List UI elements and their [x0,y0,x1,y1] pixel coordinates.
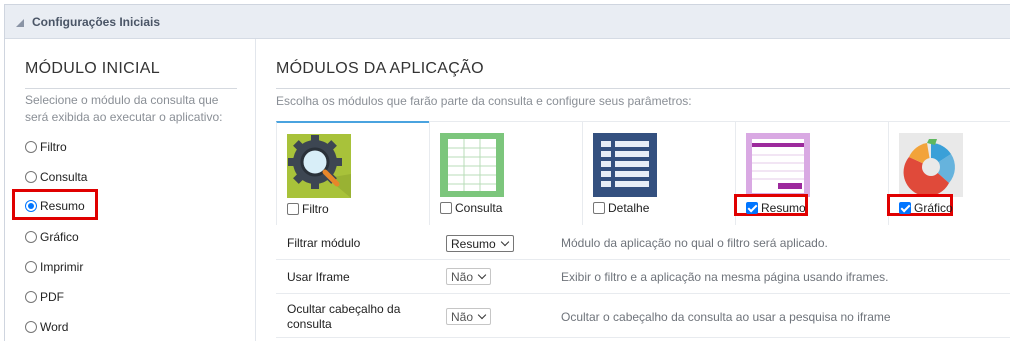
radio-button[interactable] [25,171,37,183]
filter-module-select[interactable]: Resumo [446,235,514,252]
summary-table-icon [746,133,810,197]
radio-label: PDF [40,290,64,304]
select-value: Resumo [451,236,496,251]
pie-chart-icon [899,133,963,197]
divider [25,88,237,89]
tab-consulta[interactable]: Consulta [429,121,582,225]
param-label: Filtrar módulo [287,236,361,250]
radio-option-grafico[interactable]: Gráfico [25,228,79,246]
select-value: Não [451,269,474,284]
app-modules-column: MÓDULOS DA APLICAÇÃO Escolha os módulos … [257,39,1010,341]
radio-option-pdf[interactable]: PDF [25,288,64,306]
radio-option-word[interactable]: Word [25,318,68,336]
select-value: Não [451,309,474,324]
initial-module-column: MÓDULO INICIAL Selecione o módulo da con… [5,39,256,341]
radio-button[interactable] [25,321,37,333]
param-row-ocultar-cabecalho: Ocultar cabeçalho da consulta Não Oculta… [276,294,1010,338]
initial-module-description: Selecione o módulo da consulta que será … [25,93,223,124]
tab-resumo[interactable]: Resumo [734,121,888,225]
radio-label: Resumo [40,199,85,213]
module-label: Detalhe [608,200,650,215]
param-row-filtrar-modulo: Filtrar módulo Resumo Módulo da aplicaçã… [276,226,1010,260]
section-header[interactable]: Configurações Iniciais [5,5,1010,39]
checkbox-checked[interactable] [746,201,758,214]
detail-list-icon [593,133,657,197]
radio-option-resumo[interactable]: Resumo [25,197,85,215]
radio-button[interactable] [25,261,37,273]
tab-grafico[interactable]: Gráfico [887,121,1010,225]
module-checkbox-detalhe[interactable]: Detalhe [593,199,649,216]
checkbox[interactable] [287,202,299,215]
radio-label: Imprimir [40,260,84,274]
radio-button[interactable] [25,291,37,303]
module-label: Resumo [761,200,806,215]
radio-label: Filtro [40,140,67,154]
radio-option-imprimir[interactable]: Imprimir [25,258,83,276]
module-label: Consulta [455,200,503,215]
radio-option-filtro[interactable]: Filtro [25,138,67,156]
collapse-triangle-icon[interactable] [16,18,24,27]
module-checkbox-consulta[interactable]: Consulta [440,199,502,216]
radio-option-consulta[interactable]: Consulta [25,168,87,186]
chevron-down-icon [500,237,509,247]
checkbox[interactable] [593,201,605,214]
filter-magnifier-icon [287,134,351,198]
initial-module-title: MÓDULO INICIAL [25,60,160,77]
app-modules-title: MÓDULOS DA APLICAÇÃO [276,60,484,77]
module-checkbox-resumo[interactable]: Resumo [746,199,806,216]
tab-filtro[interactable]: Filtro [276,121,429,225]
module-label: Filtro [302,201,329,216]
module-checkbox-filtro[interactable]: Filtro [287,200,329,217]
initial-settings-panel: Configurações Iniciais MÓDULO INICIAL Se… [4,4,1010,341]
radio-button-selected[interactable] [25,200,37,212]
param-label: Ocultar cabeçalho da consulta [287,302,401,331]
param-row-usar-iframe: Usar Iframe Não Exibir o filtro e a apli… [276,260,1010,294]
use-iframe-select[interactable]: Não [446,268,492,285]
hide-header-select[interactable]: Não [446,308,492,325]
chevron-down-icon [477,270,487,280]
grid-table-icon [440,133,504,197]
param-description: Ocultar o cabeçalho da consulta ao usar … [561,310,891,324]
radio-button[interactable] [25,141,37,153]
checkbox[interactable] [440,201,452,214]
module-tabs: Filtro Consulta Detalhe Resumo Gráfico [276,121,1010,225]
checkbox-checked[interactable] [899,201,911,214]
app-modules-description: Escolha os módulos que farão parte da co… [276,94,692,108]
divider [276,88,1010,89]
radio-label: Word [40,320,69,334]
module-label: Gráfico [914,200,953,215]
section-title: Configurações Iniciais [32,14,161,29]
radio-label: Gráfico [40,230,79,244]
tab-detalhe[interactable]: Detalhe [582,121,735,225]
param-description: Exibir o filtro e a aplicação na mesma p… [561,270,889,284]
param-label: Usar Iframe [287,270,350,284]
radio-button[interactable] [25,231,37,243]
radio-label: Consulta [40,170,88,184]
module-checkbox-grafico[interactable]: Gráfico [899,199,953,216]
param-description: Módulo da aplicação no qual o filtro ser… [561,236,828,250]
chevron-down-icon [477,310,487,320]
